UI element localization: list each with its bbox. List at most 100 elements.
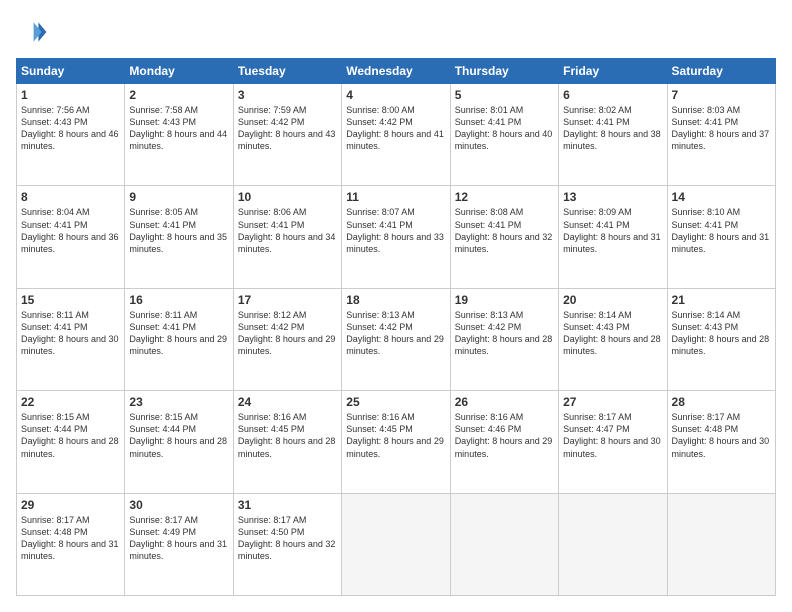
day-number: 27: [563, 395, 662, 409]
day-number: 12: [455, 190, 554, 204]
cell-info: Sunrise: 8:14 AM Sunset: 4:43 PM Dayligh…: [672, 309, 771, 358]
calendar-cell: 17 Sunrise: 8:12 AM Sunset: 4:42 PM Dayl…: [233, 288, 341, 390]
cell-info: Sunrise: 8:07 AM Sunset: 4:41 PM Dayligh…: [346, 206, 445, 255]
calendar-cell: 28 Sunrise: 8:17 AM Sunset: 4:48 PM Dayl…: [667, 391, 775, 493]
calendar-cell: 26 Sunrise: 8:16 AM Sunset: 4:46 PM Dayl…: [450, 391, 558, 493]
calendar-cell: 29 Sunrise: 8:17 AM Sunset: 4:48 PM Dayl…: [17, 493, 125, 595]
day-number: 9: [129, 190, 228, 204]
cell-info: Sunrise: 8:02 AM Sunset: 4:41 PM Dayligh…: [563, 104, 662, 153]
calendar-cell: 1 Sunrise: 7:56 AM Sunset: 4:43 PM Dayli…: [17, 84, 125, 186]
cell-info: Sunrise: 8:09 AM Sunset: 4:41 PM Dayligh…: [563, 206, 662, 255]
calendar-cell: 30 Sunrise: 8:17 AM Sunset: 4:49 PM Dayl…: [125, 493, 233, 595]
calendar-cell: 9 Sunrise: 8:05 AM Sunset: 4:41 PM Dayli…: [125, 186, 233, 288]
week-row-4: 22 Sunrise: 8:15 AM Sunset: 4:44 PM Dayl…: [17, 391, 776, 493]
calendar-body: 1 Sunrise: 7:56 AM Sunset: 4:43 PM Dayli…: [17, 84, 776, 596]
cell-info: Sunrise: 7:58 AM Sunset: 4:43 PM Dayligh…: [129, 104, 228, 153]
column-header-tuesday: Tuesday: [233, 59, 341, 84]
day-number: 14: [672, 190, 771, 204]
column-header-friday: Friday: [559, 59, 667, 84]
cell-info: Sunrise: 8:15 AM Sunset: 4:44 PM Dayligh…: [129, 411, 228, 460]
calendar-cell: 5 Sunrise: 8:01 AM Sunset: 4:41 PM Dayli…: [450, 84, 558, 186]
day-number: 2: [129, 88, 228, 102]
column-header-monday: Monday: [125, 59, 233, 84]
calendar-cell: 22 Sunrise: 8:15 AM Sunset: 4:44 PM Dayl…: [17, 391, 125, 493]
cell-info: Sunrise: 8:12 AM Sunset: 4:42 PM Dayligh…: [238, 309, 337, 358]
calendar-cell: 24 Sunrise: 8:16 AM Sunset: 4:45 PM Dayl…: [233, 391, 341, 493]
day-number: 8: [21, 190, 120, 204]
cell-info: Sunrise: 8:13 AM Sunset: 4:42 PM Dayligh…: [346, 309, 445, 358]
calendar-cell: 13 Sunrise: 8:09 AM Sunset: 4:41 PM Dayl…: [559, 186, 667, 288]
day-number: 11: [346, 190, 445, 204]
calendar-cell: 16 Sunrise: 8:11 AM Sunset: 4:41 PM Dayl…: [125, 288, 233, 390]
cell-info: Sunrise: 8:00 AM Sunset: 4:42 PM Dayligh…: [346, 104, 445, 153]
cell-info: Sunrise: 8:14 AM Sunset: 4:43 PM Dayligh…: [563, 309, 662, 358]
week-row-5: 29 Sunrise: 8:17 AM Sunset: 4:48 PM Dayl…: [17, 493, 776, 595]
column-header-wednesday: Wednesday: [342, 59, 450, 84]
day-number: 5: [455, 88, 554, 102]
cell-info: Sunrise: 8:11 AM Sunset: 4:41 PM Dayligh…: [21, 309, 120, 358]
calendar-cell: 25 Sunrise: 8:16 AM Sunset: 4:45 PM Dayl…: [342, 391, 450, 493]
day-number: 28: [672, 395, 771, 409]
column-header-saturday: Saturday: [667, 59, 775, 84]
calendar-cell: 3 Sunrise: 7:59 AM Sunset: 4:42 PM Dayli…: [233, 84, 341, 186]
cell-info: Sunrise: 8:16 AM Sunset: 4:45 PM Dayligh…: [346, 411, 445, 460]
calendar-cell: 20 Sunrise: 8:14 AM Sunset: 4:43 PM Dayl…: [559, 288, 667, 390]
calendar-cell: [342, 493, 450, 595]
day-number: 4: [346, 88, 445, 102]
calendar-cell: 15 Sunrise: 8:11 AM Sunset: 4:41 PM Dayl…: [17, 288, 125, 390]
calendar-cell: 19 Sunrise: 8:13 AM Sunset: 4:42 PM Dayl…: [450, 288, 558, 390]
calendar-cell: 10 Sunrise: 8:06 AM Sunset: 4:41 PM Dayl…: [233, 186, 341, 288]
day-number: 6: [563, 88, 662, 102]
calendar-cell: 12 Sunrise: 8:08 AM Sunset: 4:41 PM Dayl…: [450, 186, 558, 288]
day-number: 21: [672, 293, 771, 307]
cell-info: Sunrise: 8:04 AM Sunset: 4:41 PM Dayligh…: [21, 206, 120, 255]
calendar-cell: 2 Sunrise: 7:58 AM Sunset: 4:43 PM Dayli…: [125, 84, 233, 186]
day-number: 23: [129, 395, 228, 409]
day-number: 18: [346, 293, 445, 307]
calendar-cell: 18 Sunrise: 8:13 AM Sunset: 4:42 PM Dayl…: [342, 288, 450, 390]
calendar-cell: 6 Sunrise: 8:02 AM Sunset: 4:41 PM Dayli…: [559, 84, 667, 186]
day-number: 13: [563, 190, 662, 204]
cell-info: Sunrise: 8:17 AM Sunset: 4:47 PM Dayligh…: [563, 411, 662, 460]
calendar-table: SundayMondayTuesdayWednesdayThursdayFrid…: [16, 58, 776, 596]
header: [16, 16, 776, 48]
page: SundayMondayTuesdayWednesdayThursdayFrid…: [0, 0, 792, 612]
calendar-cell: 7 Sunrise: 8:03 AM Sunset: 4:41 PM Dayli…: [667, 84, 775, 186]
cell-info: Sunrise: 8:06 AM Sunset: 4:41 PM Dayligh…: [238, 206, 337, 255]
cell-info: Sunrise: 8:05 AM Sunset: 4:41 PM Dayligh…: [129, 206, 228, 255]
column-header-sunday: Sunday: [17, 59, 125, 84]
calendar-cell: 11 Sunrise: 8:07 AM Sunset: 4:41 PM Dayl…: [342, 186, 450, 288]
day-number: 24: [238, 395, 337, 409]
calendar-cell: [559, 493, 667, 595]
day-number: 22: [21, 395, 120, 409]
cell-info: Sunrise: 8:16 AM Sunset: 4:45 PM Dayligh…: [238, 411, 337, 460]
calendar-cell: 14 Sunrise: 8:10 AM Sunset: 4:41 PM Dayl…: [667, 186, 775, 288]
day-number: 16: [129, 293, 228, 307]
day-number: 3: [238, 88, 337, 102]
week-row-2: 8 Sunrise: 8:04 AM Sunset: 4:41 PM Dayli…: [17, 186, 776, 288]
cell-info: Sunrise: 7:56 AM Sunset: 4:43 PM Dayligh…: [21, 104, 120, 153]
day-number: 20: [563, 293, 662, 307]
day-number: 29: [21, 498, 120, 512]
calendar-cell: [450, 493, 558, 595]
logo-icon: [16, 16, 48, 48]
logo: [16, 16, 52, 48]
cell-info: Sunrise: 8:10 AM Sunset: 4:41 PM Dayligh…: [672, 206, 771, 255]
column-header-thursday: Thursday: [450, 59, 558, 84]
cell-info: Sunrise: 8:17 AM Sunset: 4:50 PM Dayligh…: [238, 514, 337, 563]
cell-info: Sunrise: 8:17 AM Sunset: 4:48 PM Dayligh…: [21, 514, 120, 563]
cell-info: Sunrise: 8:01 AM Sunset: 4:41 PM Dayligh…: [455, 104, 554, 153]
day-number: 19: [455, 293, 554, 307]
cell-info: Sunrise: 7:59 AM Sunset: 4:42 PM Dayligh…: [238, 104, 337, 153]
cell-info: Sunrise: 8:11 AM Sunset: 4:41 PM Dayligh…: [129, 309, 228, 358]
cell-info: Sunrise: 8:13 AM Sunset: 4:42 PM Dayligh…: [455, 309, 554, 358]
calendar-cell: 4 Sunrise: 8:00 AM Sunset: 4:42 PM Dayli…: [342, 84, 450, 186]
calendar-cell: 8 Sunrise: 8:04 AM Sunset: 4:41 PM Dayli…: [17, 186, 125, 288]
day-number: 7: [672, 88, 771, 102]
calendar-cell: [667, 493, 775, 595]
calendar-cell: 31 Sunrise: 8:17 AM Sunset: 4:50 PM Dayl…: [233, 493, 341, 595]
day-number: 15: [21, 293, 120, 307]
day-number: 31: [238, 498, 337, 512]
cell-info: Sunrise: 8:15 AM Sunset: 4:44 PM Dayligh…: [21, 411, 120, 460]
calendar-header-row: SundayMondayTuesdayWednesdayThursdayFrid…: [17, 59, 776, 84]
